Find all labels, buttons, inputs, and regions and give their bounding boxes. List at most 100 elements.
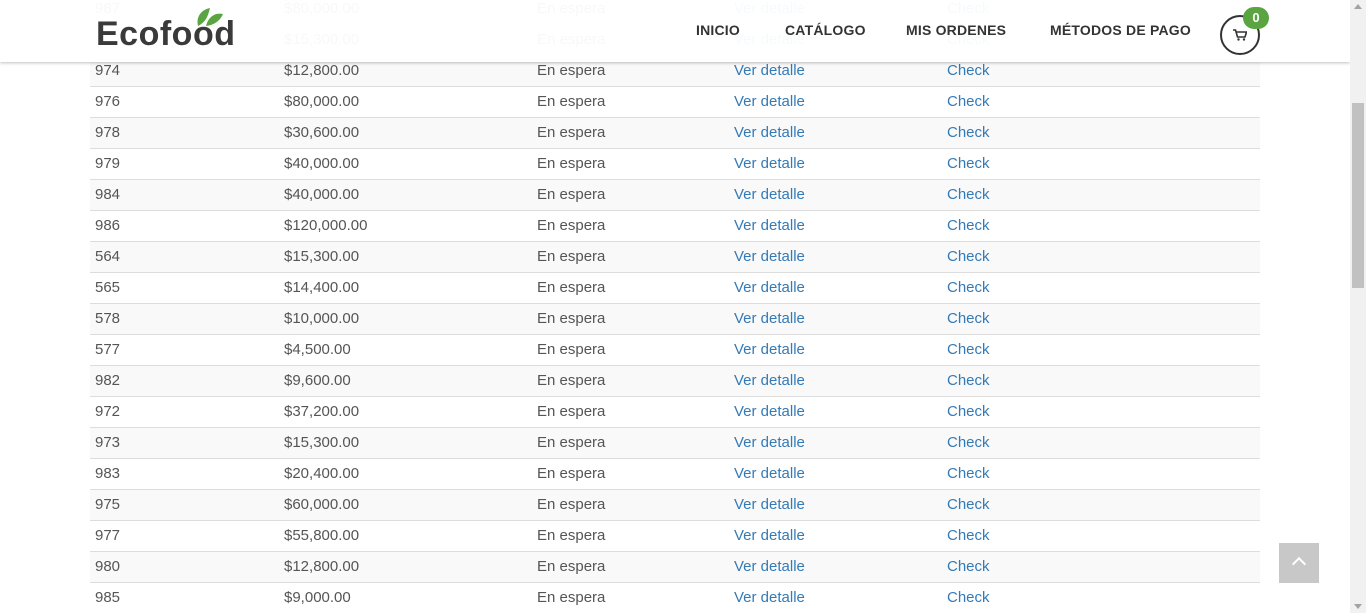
view-detail-link[interactable]: Ver detalle (734, 186, 805, 203)
check-cell: Check (942, 520, 1260, 552)
check-cell: Check (942, 396, 1260, 428)
scroll-down-arrow-icon[interactable] (1354, 604, 1362, 609)
order-total-cell: $80,000.00 (279, 86, 532, 118)
order-id-cell: 986 (90, 210, 279, 242)
nav-item-catalogo[interactable]: CATÁLOGO (785, 22, 866, 38)
order-total-cell: $60,000.00 (279, 489, 532, 521)
check-cell: Check (942, 210, 1260, 242)
order-status-cell: En espera (532, 365, 729, 397)
order-status-cell: En espera (532, 117, 729, 149)
view-detail-link[interactable]: Ver detalle (734, 279, 805, 296)
view-detail-link[interactable]: Ver detalle (734, 589, 805, 606)
view-detail-link[interactable]: Ver detalle (734, 310, 805, 327)
view-detail-cell: Ver detalle (729, 179, 942, 211)
check-cell: Check (942, 551, 1260, 583)
chevron-up-icon (1291, 556, 1307, 572)
check-link[interactable]: Check (947, 527, 990, 544)
check-cell: Check (942, 334, 1260, 366)
check-link[interactable]: Check (947, 496, 990, 513)
view-detail-link[interactable]: Ver detalle (734, 341, 805, 358)
page-scrollbar[interactable] (1350, 0, 1366, 613)
check-cell: Check (942, 179, 1260, 211)
check-link[interactable]: Check (947, 155, 990, 172)
order-id-cell: 983 (90, 458, 279, 490)
table-row: 976 $80,000.00 En espera Ver detalle Check (90, 86, 1260, 118)
check-link[interactable]: Check (947, 403, 990, 420)
check-cell: Check (942, 86, 1260, 118)
check-link[interactable]: Check (947, 279, 990, 296)
view-detail-link[interactable]: Ver detalle (734, 248, 805, 265)
view-detail-link[interactable]: Ver detalle (734, 527, 805, 544)
view-detail-cell: Ver detalle (729, 396, 942, 428)
view-detail-link[interactable]: Ver detalle (734, 465, 805, 482)
nav-item-mis-ordenes[interactable]: MIS ORDENES (906, 22, 1006, 38)
view-detail-cell: Ver detalle (729, 148, 942, 180)
scrollbar-thumb[interactable] (1352, 103, 1364, 288)
check-link[interactable]: Check (947, 217, 990, 234)
orders-table-container: 987$80,000.00En esperaVer detalleCheck$1… (90, 0, 1260, 613)
check-link[interactable]: Check (947, 124, 990, 141)
check-link[interactable]: Check (947, 310, 990, 327)
order-id-cell: 976 (90, 86, 279, 118)
check-cell: Check (942, 365, 1260, 397)
order-status-cell: En espera (532, 334, 729, 366)
order-id-cell: 975 (90, 489, 279, 521)
order-id-cell: 565 (90, 272, 279, 304)
order-status-cell: En espera (532, 179, 729, 211)
check-link[interactable]: Check (947, 558, 990, 575)
order-status-cell: En espera (532, 489, 729, 521)
order-total-cell: $9,000.00 (279, 582, 532, 613)
order-total-cell: $20,400.00 (279, 458, 532, 490)
table-row: 564 $15,300.00 En espera Ver detalle Check (90, 241, 1260, 273)
check-link[interactable]: Check (947, 372, 990, 389)
view-detail-link[interactable]: Ver detalle (734, 155, 805, 172)
order-status-cell: En espera (532, 551, 729, 583)
check-link[interactable]: Check (947, 248, 990, 265)
view-detail-cell: Ver detalle (729, 520, 942, 552)
table-row: 985 $9,000.00 En espera Ver detalle Check (90, 582, 1260, 613)
view-detail-cell: Ver detalle (729, 334, 942, 366)
order-status-cell: En espera (532, 210, 729, 242)
check-cell: Check (942, 241, 1260, 273)
logo[interactable]: Ecofood (96, 6, 246, 56)
cart-count-badge: 0 (1243, 7, 1269, 29)
check-link[interactable]: Check (947, 93, 990, 110)
check-cell: Check (942, 303, 1260, 335)
table-row: 972 $37,200.00 En espera Ver detalle Check (90, 396, 1260, 428)
table-row: 986 $120,000.00 En espera Ver detalle Check (90, 210, 1260, 242)
check-link[interactable]: Check (947, 589, 990, 606)
order-total-cell: $12,800.00 (279, 551, 532, 583)
view-detail-link[interactable]: Ver detalle (734, 124, 805, 141)
orders-table: 987$80,000.00En esperaVer detalleCheck$1… (90, 0, 1260, 613)
nav-item-inicio[interactable]: INICIO (696, 22, 740, 38)
view-detail-link[interactable]: Ver detalle (734, 93, 805, 110)
view-detail-cell: Ver detalle (729, 458, 942, 490)
view-detail-link[interactable]: Ver detalle (734, 496, 805, 513)
view-detail-cell: Ver detalle (729, 86, 942, 118)
view-detail-link[interactable]: Ver detalle (734, 434, 805, 451)
order-total-cell: $37,200.00 (279, 396, 532, 428)
view-detail-link[interactable]: Ver detalle (734, 372, 805, 389)
check-link[interactable]: Check (947, 434, 990, 451)
back-to-top-button[interactable] (1279, 543, 1319, 583)
order-total-cell: $9,600.00 (279, 365, 532, 397)
view-detail-link[interactable]: Ver detalle (734, 62, 805, 79)
check-link[interactable]: Check (947, 465, 990, 482)
view-detail-cell: Ver detalle (729, 489, 942, 521)
view-detail-link[interactable]: Ver detalle (734, 217, 805, 234)
check-link[interactable]: Check (947, 341, 990, 358)
order-status-cell: En espera (532, 520, 729, 552)
check-cell: Check (942, 458, 1260, 490)
check-link[interactable]: Check (947, 186, 990, 203)
order-status-cell: En espera (532, 303, 729, 335)
nav-item-metodos-de-pago[interactable]: MÉTODOS DE PAGO (1050, 22, 1191, 38)
check-cell: Check (942, 582, 1260, 613)
table-row: 982 $9,600.00 En espera Ver detalle Check (90, 365, 1260, 397)
check-cell: Check (942, 489, 1260, 521)
view-detail-link[interactable]: Ver detalle (734, 403, 805, 420)
scroll-up-arrow-icon[interactable] (1354, 4, 1362, 9)
view-detail-link[interactable]: Ver detalle (734, 558, 805, 575)
table-row: 975 $60,000.00 En espera Ver detalle Check (90, 489, 1260, 521)
order-status-cell: En espera (532, 427, 729, 459)
check-link[interactable]: Check (947, 62, 990, 79)
